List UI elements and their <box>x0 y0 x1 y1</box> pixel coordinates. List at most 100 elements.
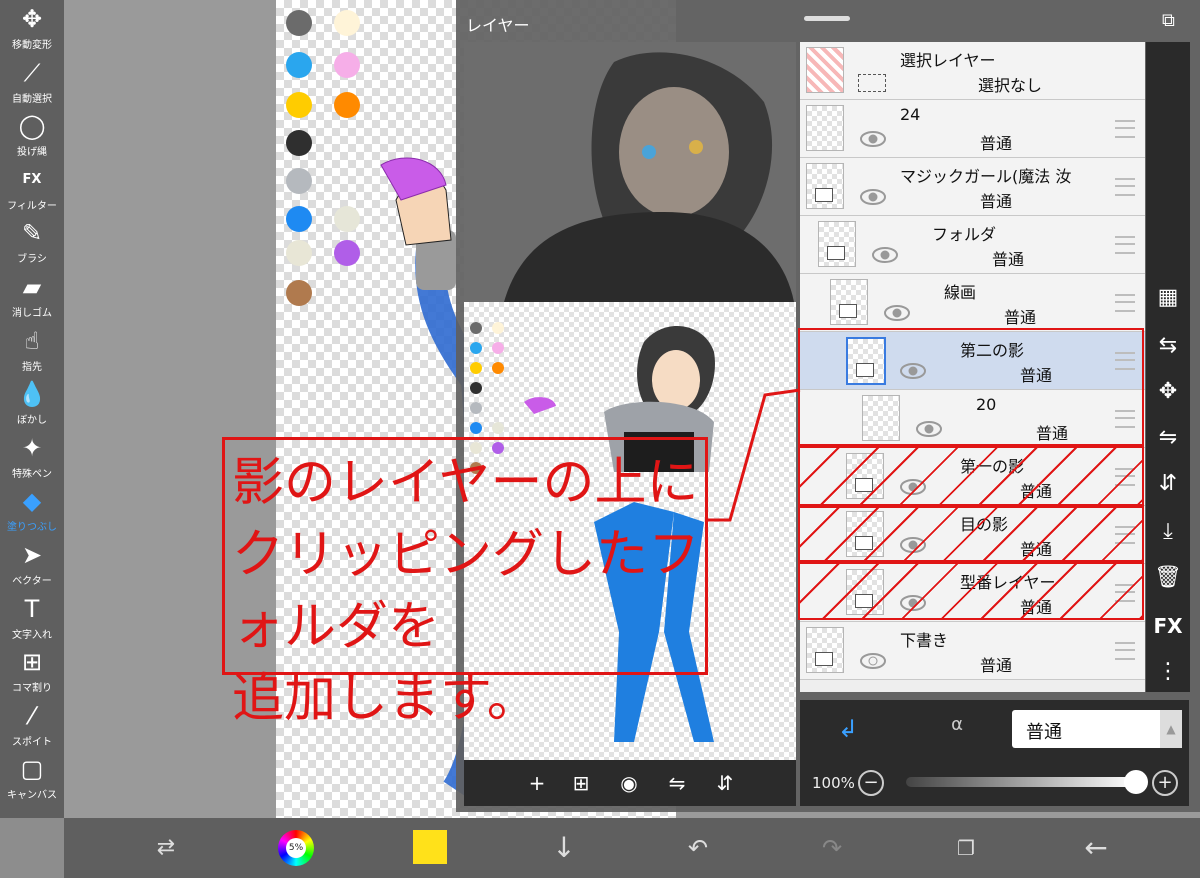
layer-blend-mode: 普通 <box>980 656 1013 675</box>
opacity-decrease-button[interactable]: − <box>858 770 884 796</box>
layer-row[interactable]: 線画 普通 <box>800 274 1145 332</box>
visibility-eye-icon[interactable] <box>860 131 886 147</box>
layer-row[interactable]: 24 普通 <box>800 100 1145 158</box>
annotation-line: 追加します。 <box>232 669 539 729</box>
palette-swatch[interactable] <box>334 240 360 266</box>
tool-move[interactable]: ✥ 移動変形 <box>0 2 64 56</box>
drag-handle-icon[interactable] <box>1115 236 1135 254</box>
opacity-bar: 100% − + <box>800 760 1189 806</box>
eraser-icon: ▰ <box>22 273 42 301</box>
chevron-up-icon: ▲ <box>1160 710 1182 748</box>
opacity-increase-button[interactable]: + <box>1152 770 1178 796</box>
tool-filter-fx[interactable]: FX フィルター <box>0 163 64 217</box>
palette-swatch[interactable] <box>334 10 360 36</box>
palette-swatch[interactable] <box>286 280 312 306</box>
panel-drag-handle[interactable] <box>804 16 850 21</box>
layer-row[interactable]: 選択レイヤー 選択なし <box>800 42 1145 100</box>
palette-swatch[interactable] <box>286 206 312 232</box>
tool-label: フィルター <box>7 200 57 212</box>
clipping-icon[interactable]: ↲ <box>838 715 858 743</box>
tool-label: ブラシ <box>17 254 47 266</box>
tool-text[interactable]: T 文字入れ <box>0 592 64 646</box>
drag-handle-icon[interactable] <box>1115 178 1135 196</box>
frame-divider-icon: ⊞ <box>21 648 43 677</box>
trash-icon[interactable]: 🗑 <box>1146 558 1190 598</box>
fill-bucket-icon: ◆ <box>22 487 42 516</box>
swap-tool-icon[interactable]: ⇄ <box>148 830 184 866</box>
add-special-layer-icon[interactable]: ⊞ <box>564 768 598 798</box>
layer-blend-mode: 選択なし <box>978 76 1043 95</box>
eyedropper-icon: ⁄ <box>29 701 34 730</box>
camera-icon[interactable]: ◉ <box>612 768 646 798</box>
opacity-slider[interactable] <box>906 770 1148 794</box>
visibility-eye-icon[interactable] <box>860 189 886 205</box>
alpha-lock-icon[interactable]: α <box>946 714 968 742</box>
drag-handle-icon[interactable] <box>1115 294 1135 312</box>
layer-row[interactable]: マジックガール(魔法 汝普通 <box>800 158 1145 216</box>
tool-special-pen[interactable]: ✦ 特殊ペン <box>0 431 64 485</box>
folder-icon <box>827 246 845 260</box>
redo-icon[interactable]: ↷ <box>814 830 850 866</box>
flip-horizontal-icon[interactable]: ⇋ <box>660 768 694 798</box>
palette-swatch[interactable] <box>286 130 312 156</box>
visibility-eye-icon[interactable] <box>884 305 910 321</box>
layer-row[interactable]: フォルダ 普通 <box>800 216 1145 274</box>
tool-magic-wand[interactable]: ⟋ 自動選択 <box>0 56 64 110</box>
magic-wand-icon: ⟋ <box>23 58 41 87</box>
palette-swatch[interactable] <box>286 10 312 36</box>
tool-lasso[interactable]: ◯ 投げ縄 <box>0 109 64 163</box>
palette-swatch[interactable] <box>334 92 360 118</box>
layer-blend-mode: 普通 <box>980 134 1013 153</box>
tool-finger[interactable]: ☝ 指先 <box>0 324 64 378</box>
transparency-icon[interactable]: ▦ <box>1146 278 1190 318</box>
layers-icon[interactable]: ❐ <box>948 830 984 866</box>
palette-swatch[interactable] <box>286 168 312 194</box>
tool-canvas[interactable]: ▢ キャンバス <box>0 752 64 806</box>
tool-label: ベクター <box>12 576 52 587</box>
layer-row[interactable]: 下書き 普通 <box>800 622 1145 680</box>
tool-label: 特殊ペン <box>12 468 52 480</box>
tool-vector-arrow[interactable]: ➤ ベクター <box>0 538 64 592</box>
fx-button[interactable]: FX <box>1146 606 1190 646</box>
palette-swatch[interactable] <box>334 52 360 78</box>
flip-layer-horizontal-icon[interactable]: ⇋ <box>1146 418 1190 458</box>
tool-label: ぼかし <box>17 415 47 427</box>
tool-blur-drop[interactable]: 💧 ぼかし <box>0 377 64 431</box>
palette-swatch[interactable] <box>286 240 312 266</box>
tool-eraser[interactable]: ▰ 消しゴム <box>0 270 64 324</box>
drag-handle-icon[interactable] <box>1115 120 1135 138</box>
palette-swatch[interactable] <box>334 206 360 232</box>
selection-marquee-icon <box>858 74 886 92</box>
visibility-eye-icon[interactable] <box>860 653 886 669</box>
visibility-eye-icon[interactable] <box>872 247 898 263</box>
color-wheel-button[interactable]: 5% <box>278 830 314 866</box>
move-layer-icon[interactable]: ✥ <box>1146 372 1190 412</box>
current-color-swatch[interactable] <box>413 830 447 864</box>
panel-window-icon[interactable]: ⧉ <box>1162 10 1184 32</box>
layer-thumbnail <box>806 105 844 151</box>
brush-size-label: 5% <box>286 838 306 858</box>
drag-handle-icon[interactable] <box>1115 642 1135 660</box>
add-layer-icon[interactable]: + <box>520 768 554 798</box>
tool-fill-bucket[interactable]: ◆ 塗りつぶし <box>0 484 64 538</box>
tool-frame-divider[interactable]: ⊞ コマ割り <box>0 645 64 699</box>
palette-swatch[interactable] <box>286 92 312 118</box>
tool-brush[interactable]: ✎ ブラシ <box>0 216 64 270</box>
back-arrow-icon[interactable]: ← <box>1078 830 1114 866</box>
tool-label: キャンバス <box>7 790 57 802</box>
blend-mode-select[interactable]: 普通 ▲ <box>1012 710 1182 748</box>
arrow-down-icon[interactable]: ↓ <box>546 830 582 866</box>
more-options-icon[interactable]: ⋮ <box>1146 652 1190 692</box>
swap-layers-icon[interactable]: ⇆ <box>1146 326 1190 366</box>
special-pen-icon: ✦ <box>21 433 43 462</box>
flip-vertical-icon[interactable]: ⇵ <box>708 768 742 798</box>
tool-eyedropper[interactable]: ⁄ スポイト <box>0 699 64 753</box>
finger-icon: ☝ <box>24 326 40 355</box>
opacity-value: 100% <box>812 774 855 792</box>
merge-down-icon[interactable]: ⤓ <box>1146 512 1190 552</box>
palette-swatch[interactable] <box>286 52 312 78</box>
opacity-slider-knob[interactable] <box>1124 770 1148 794</box>
undo-icon[interactable]: ↶ <box>680 830 716 866</box>
flip-layer-vertical-icon[interactable]: ⇵ <box>1146 464 1190 504</box>
tool-label: スポイト <box>12 736 52 748</box>
